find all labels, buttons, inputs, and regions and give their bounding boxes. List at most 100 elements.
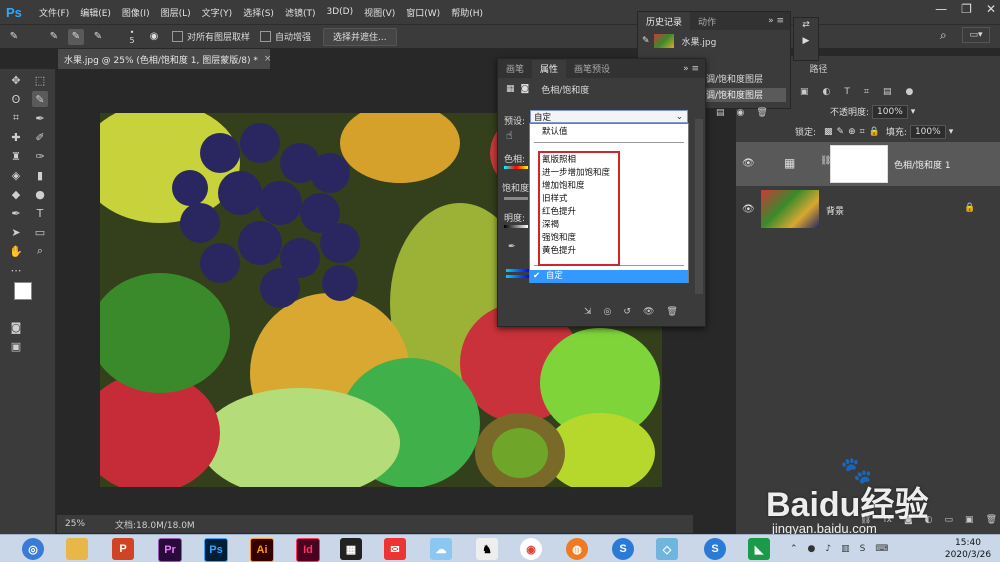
add-to-selection-icon[interactable]: ✎ bbox=[68, 28, 84, 45]
layer-mask-thumbnail[interactable] bbox=[830, 145, 888, 183]
layer-background[interactable]: 👁 背景 🔒 bbox=[736, 188, 1000, 232]
fx-icon[interactable]: fx bbox=[883, 515, 892, 531]
network-icon[interactable]: ▥ bbox=[841, 544, 850, 554]
tab-properties[interactable]: 属性 bbox=[532, 59, 567, 78]
quick-select-tool-icon[interactable]: ✎ bbox=[6, 29, 22, 45]
properties-scrollbar[interactable] bbox=[695, 119, 703, 294]
path-selection-icon[interactable]: ➤ bbox=[8, 224, 24, 240]
more-tools-icon[interactable]: ⋯ bbox=[8, 262, 24, 278]
zoom-level[interactable]: 25% bbox=[65, 519, 85, 529]
hue-slider-track[interactable] bbox=[504, 166, 528, 169]
sogou-input-icon[interactable]: S bbox=[704, 538, 726, 560]
hand-tool-icon[interactable]: ✋ bbox=[8, 243, 24, 259]
input-method-icon[interactable]: S bbox=[860, 544, 866, 554]
auto-enhance-checkbox[interactable] bbox=[260, 31, 272, 42]
shape-filter-icon[interactable]: ⌗ bbox=[864, 87, 869, 97]
menu-edit[interactable]: 编辑(E) bbox=[80, 6, 111, 19]
tab-brush-presets[interactable]: 画笔预设 bbox=[566, 60, 618, 78]
dodge-tool-icon[interactable]: ● bbox=[32, 186, 48, 202]
history-snapshot[interactable]: ✎ 水果.jpg bbox=[638, 30, 790, 52]
history-brush-icon[interactable]: ✑ bbox=[32, 148, 48, 164]
quick-mask-icon[interactable]: ◙ bbox=[8, 319, 24, 335]
tab-brush[interactable]: 画笔 bbox=[498, 60, 532, 78]
actions-icon[interactable]: ⇄ bbox=[794, 20, 818, 30]
add-mask-icon[interactable]: ◙ bbox=[904, 515, 913, 531]
document-tab[interactable]: 水果.jpg @ 25% (色相/饱和度 1, 图层蒙版/8) * × bbox=[58, 49, 272, 69]
delete-adjustment-icon[interactable]: 🗑 bbox=[666, 307, 677, 323]
clip-to-layer-icon[interactable]: ⇲ bbox=[584, 307, 592, 323]
gradient-tool-icon[interactable]: ▮ bbox=[32, 167, 48, 183]
tray-arrow-icon[interactable]: ⌃ bbox=[790, 544, 798, 554]
menu-3d[interactable]: 3D(D) bbox=[326, 7, 353, 17]
preset-option[interactable]: 默认值 bbox=[542, 126, 568, 139]
eyedropper-icon[interactable]: ✒ bbox=[508, 242, 516, 252]
blur-tool-icon[interactable]: ◆ bbox=[8, 186, 24, 202]
screen-mode-icon[interactable]: ▣ bbox=[8, 338, 24, 354]
brush-tool-icon[interactable]: ✐ bbox=[32, 129, 48, 145]
eyedropper-tool-icon[interactable]: ✒ bbox=[32, 110, 48, 126]
tab-paths[interactable]: 路径 bbox=[796, 60, 841, 76]
browser-icon[interactable]: ◍ bbox=[566, 538, 588, 560]
menu-layer[interactable]: 图层(L) bbox=[161, 6, 191, 19]
smart-filter-icon[interactable]: ▤ bbox=[883, 87, 892, 97]
eraser-tool-icon[interactable]: ◈ bbox=[8, 167, 24, 183]
clone-stamp-icon[interactable]: ♜ bbox=[8, 148, 24, 164]
foreground-color-swatch[interactable] bbox=[14, 282, 32, 300]
maximize-icon[interactable]: ❐ bbox=[961, 2, 972, 16]
clock[interactable]: 15:40 2020/3/26 bbox=[940, 537, 996, 561]
mail-icon[interactable]: ✉ bbox=[384, 538, 406, 560]
quick-selection-tool-icon[interactable]: ✎ bbox=[32, 91, 48, 107]
zoom-tool-icon[interactable]: ⌕ bbox=[32, 243, 48, 259]
pen-tool-icon[interactable]: ✒ bbox=[8, 205, 24, 221]
brush-angle-icon[interactable]: ◉ bbox=[146, 29, 162, 45]
view-previous-icon[interactable]: ◎ bbox=[604, 307, 612, 323]
type-tool-icon[interactable]: T bbox=[32, 205, 48, 221]
play-icon[interactable]: ▶ bbox=[794, 36, 818, 46]
saturation-slider-track[interactable] bbox=[504, 197, 528, 200]
layer-hue-saturation[interactable]: 👁 ▦ ⛓ 色相/饱和度 1 bbox=[736, 142, 1000, 186]
delete-state-icon[interactable]: 🗑 bbox=[756, 108, 767, 122]
start-button[interactable]: ◎ bbox=[22, 538, 44, 560]
illustrator-icon[interactable]: Ai bbox=[250, 538, 274, 562]
lightness-slider-track[interactable] bbox=[504, 225, 528, 228]
type-filter-icon[interactable]: T bbox=[844, 87, 850, 97]
search-icon[interactable]: ⌕ bbox=[940, 28, 947, 43]
menu-window[interactable]: 窗口(W) bbox=[406, 6, 440, 19]
menu-type[interactable]: 文字(Y) bbox=[202, 6, 233, 19]
minimize-icon[interactable]: — bbox=[935, 2, 947, 16]
fill-value[interactable]: 100% bbox=[909, 124, 946, 139]
tray-app-icon[interactable]: ● bbox=[808, 544, 816, 554]
close-tab-icon[interactable]: × bbox=[264, 54, 272, 64]
file-explorer-icon[interactable] bbox=[66, 538, 88, 560]
subtract-selection-icon[interactable]: ✎ bbox=[90, 29, 106, 45]
menu-filter[interactable]: 滤镜(T) bbox=[285, 6, 316, 19]
premiere-icon[interactable]: Pr bbox=[158, 538, 182, 562]
rectangle-tool-icon[interactable]: ▭ bbox=[32, 224, 48, 240]
preset-option-selected[interactable]: ✔ 自定 bbox=[530, 270, 688, 283]
qq-icon[interactable]: ♞ bbox=[476, 538, 498, 560]
history-step[interactable]: 调/饱和度图层 bbox=[706, 72, 763, 85]
chat-app-icon[interactable]: ☁ bbox=[430, 538, 452, 560]
new-adjustment-icon[interactable]: ◐ bbox=[925, 515, 933, 531]
preset-select[interactable]: 自定 ⌄ bbox=[530, 110, 688, 123]
mask-icon[interactable]: ◙ bbox=[521, 84, 530, 94]
green-app-icon[interactable]: ◣ bbox=[748, 538, 770, 560]
sample-all-layers-checkbox[interactable] bbox=[172, 31, 183, 42]
new-layer-icon[interactable]: ▣ bbox=[965, 515, 974, 531]
select-and-mask-button[interactable]: 选择并遮住... bbox=[323, 27, 397, 46]
menu-view[interactable]: 视图(V) bbox=[364, 6, 395, 19]
panel-menu-icon[interactable]: » ≡ bbox=[683, 64, 699, 74]
tab-history[interactable]: 历史记录 bbox=[638, 12, 691, 30]
reset-icon[interactable]: ↺ bbox=[623, 307, 631, 323]
sogou-icon[interactable]: S bbox=[612, 538, 634, 560]
notes-icon[interactable]: ◇ bbox=[656, 538, 678, 560]
crop-tool-icon[interactable]: ⌗ bbox=[8, 110, 24, 126]
menu-image[interactable]: 图像(I) bbox=[122, 6, 150, 19]
brush-size-picker[interactable]: • 5 bbox=[124, 28, 140, 45]
delete-layer-icon[interactable]: 🗑 bbox=[986, 515, 997, 531]
lasso-tool-icon[interactable]: ʘ bbox=[8, 91, 24, 107]
powerpoint-icon[interactable]: P bbox=[112, 538, 134, 560]
volume-icon[interactable]: ♪ bbox=[825, 544, 831, 554]
indesign-icon[interactable]: Id bbox=[296, 538, 320, 562]
adjustment-filter-icon[interactable]: ◐ bbox=[823, 87, 831, 97]
